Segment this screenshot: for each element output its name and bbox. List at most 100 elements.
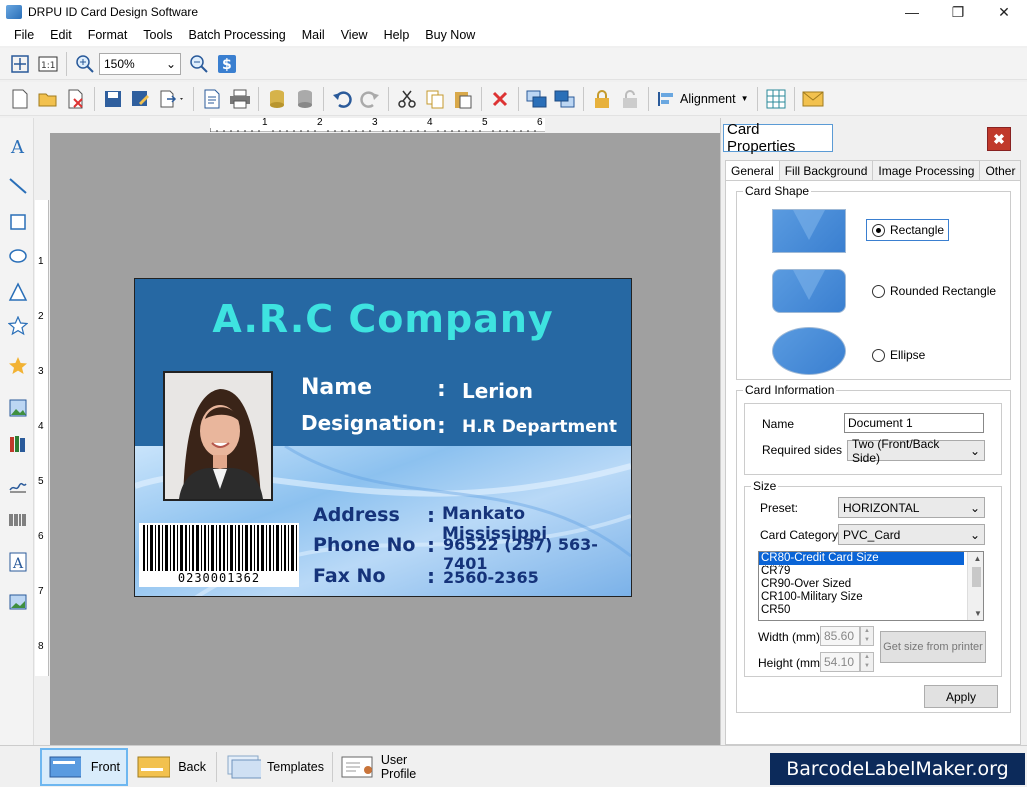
list-item[interactable]: CR80-Credit Card Size [759,552,965,566]
save-as-icon[interactable] [129,87,153,111]
apply-button[interactable]: Apply [924,685,998,708]
templates-button[interactable]: Templates [220,748,330,786]
fax-value[interactable]: 2560-2365 [443,568,539,587]
menu-format[interactable]: Format [80,28,136,42]
barcode[interactable]: 0230001362 [139,523,299,587]
designation-value[interactable]: H.R Department [462,417,617,437]
menu-view[interactable]: View [333,28,376,42]
rounded-rectangle-radio[interactable]: Rounded Rectangle [872,284,996,298]
image-tool-icon[interactable] [6,396,30,420]
paste-icon[interactable] [451,87,475,111]
minimize-button[interactable]: — [889,0,935,24]
ellipse-radio[interactable]: Ellipse [872,348,925,362]
name-label[interactable]: Name [301,375,372,400]
list-item[interactable]: CR100-Military Size [759,591,983,604]
alignment-button[interactable]: Alignment ▼ [655,87,751,111]
ellipse-shape-preview[interactable] [772,327,846,375]
height-stepper[interactable]: ▲ ▼ [860,652,874,672]
watermark-tool-icon[interactable]: A [6,550,30,574]
database-import-icon[interactable] [265,87,289,111]
rectangle-shape-preview[interactable] [772,209,846,253]
card-category-select[interactable]: PVC_Card ⌄ [838,524,985,545]
rectangle-radio[interactable]: Rectangle [866,219,950,241]
line-tool-icon[interactable] [6,174,30,198]
open-icon[interactable] [36,87,60,111]
bring-forward-icon[interactable] [525,87,549,111]
ruler-mark: 2 [317,117,323,128]
address-label[interactable]: Address [313,504,400,526]
copy-icon[interactable] [423,87,447,111]
delete-icon[interactable] [488,87,512,111]
menu-batch-processing[interactable]: Batch Processing [180,28,293,42]
user-profile-button[interactable]: User Profile [334,748,450,786]
close-panel-button[interactable]: ✖ [987,127,1011,151]
menu-help[interactable]: Help [376,28,418,42]
mail-icon[interactable] [801,87,825,111]
list-scrollbar[interactable]: ▲ ▼ [967,552,983,620]
print-preview-icon[interactable] [200,87,224,111]
dollar-icon[interactable]: $ [215,52,239,76]
width-stepper[interactable]: ▲ ▼ [860,626,874,646]
rectangle-tool-icon[interactable] [6,210,30,234]
fax-label[interactable]: Fax No [313,565,386,587]
scroll-up-icon[interactable]: ▲ [970,552,983,565]
star-tool-icon[interactable] [6,314,30,338]
zoom-out-icon[interactable] [187,52,211,76]
export-icon[interactable] [157,87,187,111]
lock-icon[interactable] [590,87,614,111]
list-item[interactable]: CR79 [759,565,983,578]
scroll-down-icon[interactable]: ▼ [970,607,983,620]
ellipse-tool-icon[interactable] [6,244,30,268]
undo-icon[interactable] [330,87,354,111]
actual-size-icon[interactable]: 1:1 [36,52,60,76]
zoom-select[interactable]: 150% ⌄ [99,52,181,75]
company-name[interactable]: A.R.C Company [135,297,631,341]
triangle-tool-icon[interactable] [6,280,30,304]
front-button[interactable]: Front [40,748,128,786]
preset-select[interactable]: HORIZONTAL ⌄ [838,497,985,518]
designation-label[interactable]: Designation [301,411,436,435]
unlock-icon[interactable] [618,87,642,111]
close-window-button[interactable]: ✕ [981,0,1027,24]
symbol-tool-icon[interactable] [6,354,30,378]
photo-frame[interactable] [163,371,273,501]
zoom-in-icon[interactable] [73,52,97,76]
fit-to-window-icon[interactable] [8,52,32,76]
new-icon[interactable] [8,87,32,111]
save-icon[interactable] [101,87,125,111]
get-size-from-printer-button[interactable]: Get size from printer [880,631,986,663]
horizontal-ruler: 1 2 3 4 5 6 [210,117,545,132]
close-document-icon[interactable] [64,87,88,111]
menu-mail[interactable]: Mail [294,28,333,42]
signature-tool-icon[interactable] [6,472,30,496]
card-size-list[interactable]: CR80-Credit Card Size CR79 CR90-Over Siz… [758,551,984,621]
name-value[interactable]: Lerion [462,379,533,403]
menu-file[interactable]: File [6,28,42,42]
barcode-tool-icon[interactable] [6,508,30,532]
library-icon[interactable] [6,432,30,456]
redo-icon[interactable] [358,87,382,111]
menu-buy-now[interactable]: Buy Now [417,28,483,42]
list-item[interactable]: CR90-Over Sized [759,578,983,591]
text-tool-icon[interactable]: A [6,134,30,158]
print-icon[interactable] [228,87,252,111]
name-input[interactable]: Document 1 [844,413,984,433]
cut-icon[interactable] [395,87,419,111]
menu-edit[interactable]: Edit [42,28,80,42]
grid-icon[interactable] [764,87,788,111]
height-input[interactable]: 54.10 [820,652,860,672]
width-input[interactable]: 85.60 [820,626,860,646]
maximize-button[interactable]: ❐ [935,0,981,24]
id-card[interactable]: A.R.C Company Name : Lerion Designation … [134,278,632,597]
scroll-thumb[interactable] [972,567,981,587]
back-button[interactable]: Back [130,748,212,786]
required-sides-select[interactable]: Two (Front/Back Side) ⌄ [847,437,985,465]
list-item[interactable]: CR50 [759,604,983,617]
phone-label[interactable]: Phone No [313,534,416,556]
database-icon[interactable] [293,87,317,111]
ruler-mark: 5 [38,476,44,487]
send-backward-icon[interactable] [553,87,577,111]
picture-tool-icon[interactable] [6,590,30,614]
rounded-rectangle-shape-preview[interactable] [772,269,846,313]
menu-tools[interactable]: Tools [135,28,180,42]
